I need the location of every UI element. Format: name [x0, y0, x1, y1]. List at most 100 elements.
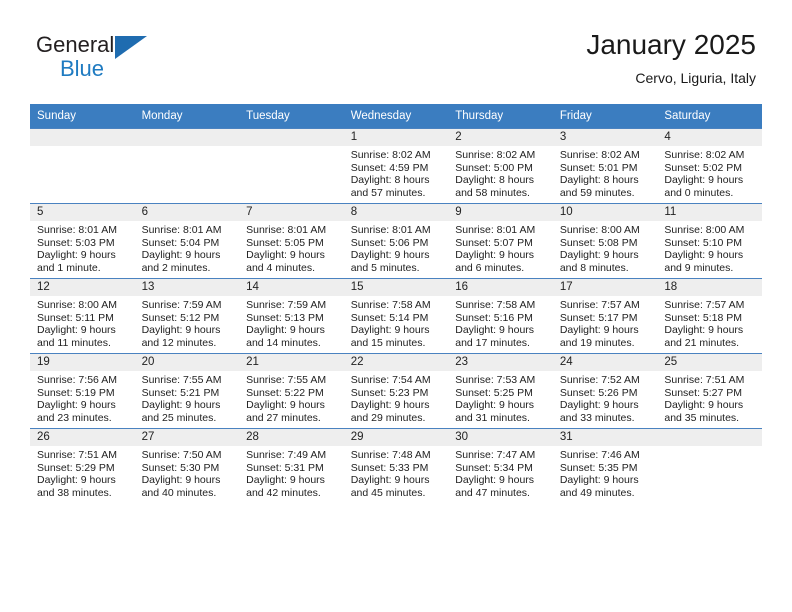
calendar-day-cell[interactable]: 5 Sunrise: 8:01 AM Sunset: 5:03 PM Daylight…	[30, 203, 135, 279]
daylight-text-line2: and 19 minutes.	[559, 336, 635, 349]
calendar-day-cell[interactable]: 25 Sunrise: 7:51 AM Sunset: 5:27 PM Dayligh…	[657, 353, 762, 429]
day-cell-inner: 26 Sunrise: 7:51 AM Sunset: 5:29 PM Dayligh…	[30, 429, 135, 503]
daylight-text-line1: Daylight: 9 hours	[664, 324, 744, 337]
day-cell-inner: 21 Sunrise: 7:55 AM Sunset: 5:22 PM Dayligh…	[239, 354, 344, 428]
day-cell-inner: 6 Sunrise: 8:01 AM Sunset: 5:04 PM Daylight…	[134, 204, 240, 278]
calendar-day-cell[interactable]: 21 Sunrise: 7:55 AM Sunset: 5:22 PM Dayligh…	[239, 353, 344, 429]
sunset-text: Sunset: 5:00 PM	[455, 161, 533, 174]
sunrise-text: Sunrise: 7:50 AM	[141, 449, 222, 461]
day-details: Sunrise: 8:01 AM Sunset: 5:04 PM Daylight:…	[135, 221, 240, 274]
day-number: 8	[343, 204, 449, 221]
daylight-text-line1: Daylight: 9 hours	[559, 399, 639, 412]
calendar-day-cell[interactable]: 27 Sunrise: 7:50 AM Sunset: 5:30 PM Dayligh…	[134, 428, 240, 503]
calendar-day-cell[interactable]: 20 Sunrise: 7:55 AM Sunset: 5:21 PM Dayligh…	[134, 353, 240, 429]
calendar-day-cell[interactable]: 18 Sunrise: 7:57 AM Sunset: 5:18 PM Dayligh…	[657, 278, 762, 354]
sunrise-text: Sunrise: 7:55 AM	[141, 374, 222, 386]
day-number: 26	[30, 429, 135, 446]
calendar-day-cell[interactable]: 2 Sunrise: 8:02 AM Sunset: 5:00 PM Daylight…	[448, 128, 553, 204]
sunrise-text: Sunrise: 8:01 AM	[455, 224, 536, 236]
sunrise-text: Sunrise: 8:00 AM	[37, 299, 117, 311]
day-details: Sunrise: 7:52 AM Sunset: 5:26 PM Daylight:…	[553, 371, 658, 424]
day-cell-inner: 20 Sunrise: 7:55 AM Sunset: 5:21 PM Dayligh…	[134, 354, 240, 428]
calendar-day-cell[interactable]: 12 Sunrise: 8:00 AM Sunset: 5:11 PM Dayligh…	[30, 278, 135, 354]
day-cell-inner: 9 Sunrise: 8:01 AM Sunset: 5:07 PM Daylight…	[448, 204, 553, 278]
day-cell-inner: 29 Sunrise: 7:48 AM Sunset: 5:33 PM Dayligh…	[343, 429, 449, 503]
calendar-day-cell[interactable]: 9 Sunrise: 8:01 AM Sunset: 5:07 PM Daylight…	[448, 203, 553, 279]
calendar-day-cell[interactable]: 11 Sunrise: 8:00 AM Sunset: 5:10 PM Dayligh…	[657, 203, 762, 279]
day-cell-inner: 14 Sunrise: 7:59 AM Sunset: 5:13 PM Dayligh…	[239, 279, 344, 353]
calendar-day-cell[interactable]: 4 Sunrise: 8:02 AM Sunset: 5:02 PM Daylight…	[657, 128, 762, 204]
day-details: Sunrise: 8:01 AM Sunset: 5:05 PM Daylight:…	[239, 221, 344, 274]
sunrise-text: Sunrise: 7:46 AM	[559, 449, 640, 461]
day-cell-inner: 11 Sunrise: 8:00 AM Sunset: 5:10 PM Dayligh…	[657, 204, 762, 278]
calendar-day-cell[interactable]: 8 Sunrise: 8:01 AM Sunset: 5:06 PM Daylight…	[343, 203, 449, 279]
calendar-day-cell[interactable]: 6 Sunrise: 8:01 AM Sunset: 5:04 PM Daylight…	[134, 203, 240, 279]
sunset-text: Sunset: 5:22 PM	[246, 386, 324, 399]
calendar-day-cell[interactable]: 31 Sunrise: 7:46 AM Sunset: 5:35 PM Dayligh…	[552, 428, 658, 503]
daylight-text-line2: and 8 minutes.	[559, 261, 629, 274]
calendar-page: General Blue January 2025 Cervo, Liguria…	[0, 0, 792, 612]
weekday-header-saturday: Saturday	[657, 104, 762, 129]
day-cell-inner: 3 Sunrise: 8:02 AM Sunset: 5:01 PM Daylight…	[552, 129, 658, 203]
calendar-day-cell[interactable]: 28 Sunrise: 7:49 AM Sunset: 5:31 PM Dayligh…	[239, 428, 344, 503]
calendar-day-cell[interactable]: 30 Sunrise: 7:47 AM Sunset: 5:34 PM Dayligh…	[448, 428, 553, 503]
calendar-day-cell[interactable]: 1 Sunrise: 8:02 AM Sunset: 4:59 PM Daylight…	[343, 128, 449, 204]
calendar-day-cell[interactable]: 3 Sunrise: 8:02 AM Sunset: 5:01 PM Daylight…	[552, 128, 658, 204]
sunset-text: Sunset: 5:29 PM	[37, 461, 115, 474]
calendar-day-cell[interactable]: 23 Sunrise: 7:53 AM Sunset: 5:25 PM Dayligh…	[448, 353, 553, 429]
day-details: Sunrise: 7:58 AM Sunset: 5:16 PM Daylight:…	[448, 296, 553, 349]
sunrise-text: Sunrise: 7:53 AM	[455, 374, 536, 386]
sunrise-text: Sunrise: 8:02 AM	[455, 149, 536, 161]
sunrise-text: Sunrise: 7:52 AM	[559, 374, 640, 386]
weekday-header-monday: Monday	[134, 104, 240, 129]
day-cell-inner: 28 Sunrise: 7:49 AM Sunset: 5:31 PM Dayligh…	[239, 429, 344, 503]
calendar-day-cell[interactable]: 10 Sunrise: 8:00 AM Sunset: 5:08 PM Dayligh…	[552, 203, 658, 279]
calendar-day-cell[interactable]: 24 Sunrise: 7:52 AM Sunset: 5:26 PM Dayligh…	[552, 353, 658, 429]
calendar-day-cell[interactable]: 19 Sunrise: 7:56 AM Sunset: 5:19 PM Dayligh…	[30, 353, 135, 429]
weekday-header-tuesday: Tuesday	[239, 104, 344, 129]
day-cell-inner	[134, 129, 240, 203]
general-blue-logo: General Blue	[36, 32, 176, 84]
day-number	[30, 129, 135, 146]
day-number: 17	[552, 279, 658, 296]
daylight-text-line1: Daylight: 9 hours	[664, 399, 744, 412]
sunrise-text: Sunrise: 8:02 AM	[664, 149, 745, 161]
day-details: Sunrise: 7:57 AM Sunset: 5:17 PM Daylight:…	[553, 296, 658, 349]
calendar-day-cell[interactable]: 22 Sunrise: 7:54 AM Sunset: 5:23 PM Dayligh…	[343, 353, 449, 429]
calendar-week-row: 5 Sunrise: 8:01 AM Sunset: 5:03 PM Daylight…	[30, 203, 762, 279]
sunrise-text: Sunrise: 8:00 AM	[664, 224, 745, 236]
calendar-day-cell[interactable]: 14 Sunrise: 7:59 AM Sunset: 5:13 PM Dayligh…	[239, 278, 344, 354]
daylight-text-line2: and 31 minutes.	[455, 411, 530, 424]
sunrise-text: Sunrise: 7:49 AM	[246, 449, 327, 461]
daylight-text-line1: Daylight: 9 hours	[37, 399, 116, 412]
day-number: 6	[134, 204, 240, 221]
calendar-day-cell[interactable]: 13 Sunrise: 7:59 AM Sunset: 5:12 PM Dayligh…	[134, 278, 240, 354]
daylight-text-line2: and 6 minutes.	[455, 261, 525, 274]
daylight-text-line2: and 4 minutes.	[246, 261, 316, 274]
day-number: 1	[343, 129, 449, 146]
daylight-text-line1: Daylight: 9 hours	[246, 399, 325, 412]
calendar-day-cell[interactable]: 17 Sunrise: 7:57 AM Sunset: 5:17 PM Dayligh…	[552, 278, 658, 354]
day-details: Sunrise: 7:46 AM Sunset: 5:35 PM Daylight:…	[553, 446, 658, 499]
calendar-week-row: 19 Sunrise: 7:56 AM Sunset: 5:19 PM Dayligh…	[30, 353, 762, 429]
calendar-day-cell[interactable]: 16 Sunrise: 7:58 AM Sunset: 5:16 PM Dayligh…	[448, 278, 553, 354]
day-details: Sunrise: 7:49 AM Sunset: 5:31 PM Daylight:…	[239, 446, 344, 499]
sunrise-text: Sunrise: 8:02 AM	[559, 149, 640, 161]
day-number: 29	[343, 429, 449, 446]
day-cell-inner: 31 Sunrise: 7:46 AM Sunset: 5:35 PM Dayligh…	[552, 429, 658, 503]
sunset-text: Sunset: 5:16 PM	[455, 311, 533, 324]
calendar-day-cell[interactable]: 15 Sunrise: 7:58 AM Sunset: 5:14 PM Dayligh…	[343, 278, 449, 354]
day-details: Sunrise: 7:54 AM Sunset: 5:23 PM Daylight:…	[344, 371, 449, 424]
day-details: Sunrise: 8:00 AM Sunset: 5:11 PM Daylight:…	[30, 296, 135, 349]
calendar-day-cell[interactable]: 7 Sunrise: 8:01 AM Sunset: 5:05 PM Daylight…	[239, 203, 344, 279]
calendar-day-cell[interactable]: 29 Sunrise: 7:48 AM Sunset: 5:33 PM Dayligh…	[343, 428, 449, 503]
daylight-text-line1: Daylight: 9 hours	[350, 399, 430, 412]
sunset-text: Sunset: 5:14 PM	[350, 311, 429, 324]
day-details: Sunrise: 7:58 AM Sunset: 5:14 PM Daylight:…	[344, 296, 449, 349]
day-details: Sunrise: 8:01 AM Sunset: 5:07 PM Daylight:…	[448, 221, 553, 274]
day-cell-inner: 23 Sunrise: 7:53 AM Sunset: 5:25 PM Dayligh…	[448, 354, 553, 428]
calendar-day-cell[interactable]: 26 Sunrise: 7:51 AM Sunset: 5:29 PM Dayligh…	[30, 428, 135, 503]
day-number: 28	[239, 429, 344, 446]
daylight-text-line1: Daylight: 9 hours	[37, 324, 116, 337]
day-cell-inner: 18 Sunrise: 7:57 AM Sunset: 5:18 PM Dayligh…	[657, 279, 762, 353]
